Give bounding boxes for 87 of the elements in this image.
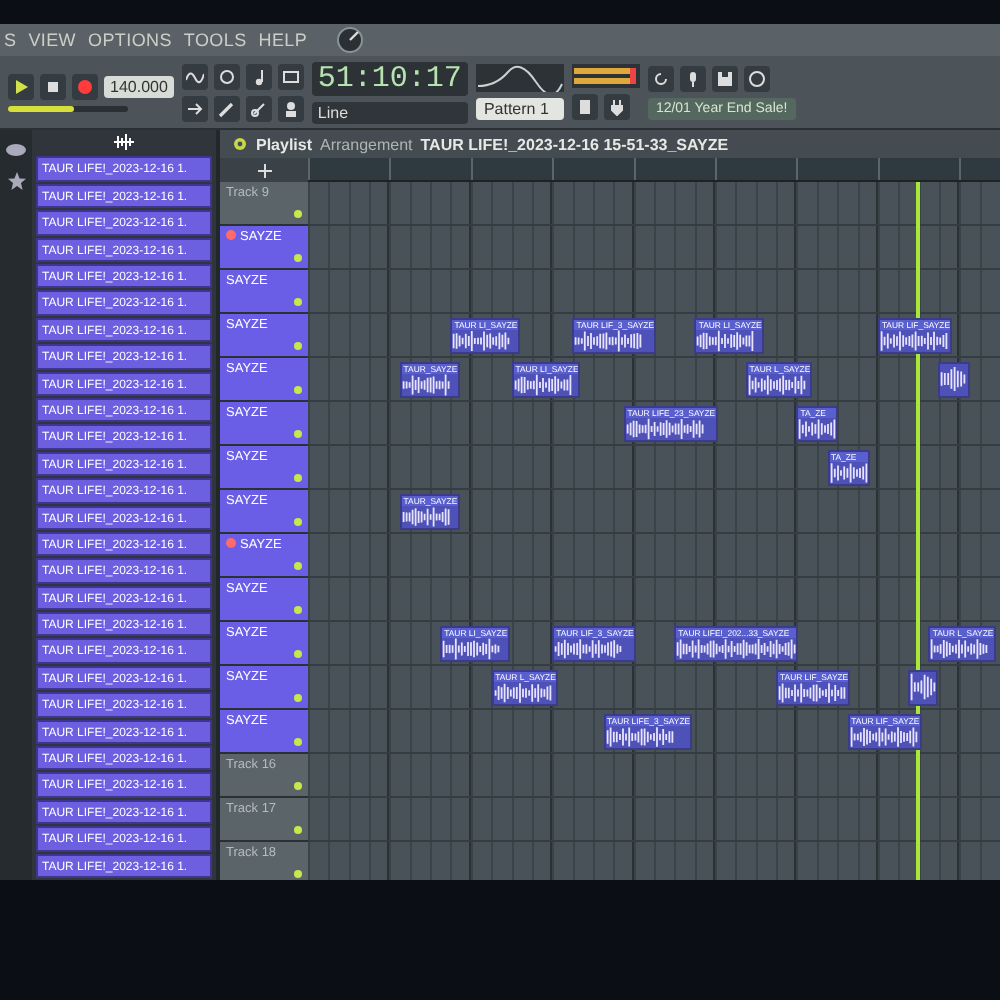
refresh-button[interactable] <box>647 65 674 91</box>
screen-button[interactable] <box>277 63 304 89</box>
waveform-icon <box>605 726 674 748</box>
waveform-icon <box>574 330 643 352</box>
record-dot-icon[interactable] <box>226 538 236 548</box>
refresh-icon <box>651 69 670 87</box>
waveform-icon <box>554 638 623 660</box>
waveform-icon <box>940 364 967 394</box>
track-led[interactable] <box>294 782 302 790</box>
waveform-icon <box>452 330 511 352</box>
plug-icon <box>607 98 626 116</box>
track-led[interactable] <box>294 870 302 878</box>
pencil-button[interactable] <box>213 95 240 121</box>
waveform-icon[interactable] <box>112 134 136 151</box>
arrow-icon <box>185 99 204 117</box>
save-button[interactable] <box>711 65 738 91</box>
note-button[interactable] <box>245 63 272 89</box>
waveform-icon <box>910 672 937 702</box>
wave-button[interactable] <box>181 63 208 89</box>
pattern-selector[interactable]: Pattern 1 <box>475 98 564 120</box>
waveform-icon <box>798 418 837 440</box>
track-led[interactable] <box>294 650 302 658</box>
track-led[interactable] <box>294 298 302 306</box>
waveform-icon <box>829 462 867 484</box>
record-dot-icon[interactable] <box>226 230 236 240</box>
audio-clip[interactable] <box>908 670 939 706</box>
menu-item[interactable]: S <box>4 30 17 50</box>
page-icon <box>575 98 594 116</box>
menu-item[interactable]: HELP <box>258 30 308 50</box>
waveform-icon <box>778 682 847 704</box>
track-led[interactable] <box>294 606 302 614</box>
page-button[interactable] <box>571 94 598 120</box>
plus-icon[interactable] <box>257 163 271 177</box>
knob-icon[interactable] <box>335 26 364 54</box>
track-led[interactable] <box>294 474 302 482</box>
stop-icon <box>44 77 62 95</box>
plug-button[interactable] <box>603 94 630 120</box>
person-icon <box>281 99 300 117</box>
screen-icon <box>281 67 300 85</box>
level-meter-icon <box>571 64 640 88</box>
menu-item[interactable]: TOOLS <box>183 30 247 50</box>
record-icon <box>76 77 94 95</box>
waveform-icon <box>849 726 918 748</box>
track-led[interactable] <box>294 254 302 262</box>
playlist-grid[interactable] <box>308 182 1000 880</box>
master-slider[interactable] <box>8 105 128 111</box>
menu-item[interactable]: OPTIONS <box>88 30 172 50</box>
track-led[interactable] <box>294 342 302 350</box>
scope-wave-icon <box>475 64 564 92</box>
star-icon[interactable] <box>7 172 25 190</box>
waveform-icon <box>879 330 948 352</box>
waveform-icon <box>401 506 450 528</box>
track-led[interactable] <box>294 694 302 702</box>
audio-clip[interactable] <box>938 362 970 398</box>
time-display: 51:10:17 <box>311 61 468 95</box>
waveform-icon <box>696 330 755 352</box>
timeline-ruler[interactable] <box>308 158 1000 182</box>
save-icon <box>715 69 734 87</box>
mic-button[interactable] <box>679 65 706 91</box>
menu-item[interactable]: VIEW <box>28 30 77 50</box>
waveform-icon <box>930 638 989 660</box>
waveform-icon <box>401 374 450 396</box>
play-button[interactable] <box>8 73 34 99</box>
track-led[interactable] <box>294 738 302 746</box>
waveform-icon <box>676 638 797 660</box>
person-button[interactable] <box>277 95 304 121</box>
track-led[interactable] <box>294 562 302 570</box>
track-led[interactable] <box>294 518 302 526</box>
snap-selector[interactable]: Line <box>311 101 468 123</box>
pencil-icon <box>217 99 236 117</box>
playlist-subtitle: Arrangement <box>320 135 413 153</box>
waveform-icon <box>513 374 572 396</box>
waveform-icon <box>625 418 704 440</box>
tempo-display[interactable]: 140.000 <box>104 75 174 97</box>
waveform-icon <box>493 682 552 704</box>
stop-button[interactable] <box>40 73 66 99</box>
arrow-button[interactable] <box>181 95 208 121</box>
track-led[interactable] <box>294 430 302 438</box>
track-led[interactable] <box>294 826 302 834</box>
arrangement-name[interactable]: TAUR LIFE!_2023-12-16 15-51-33_SAYZE <box>420 135 729 153</box>
waveform-icon <box>747 374 806 396</box>
wave-icon <box>185 67 204 85</box>
track-led[interactable] <box>294 386 302 394</box>
track-led[interactable] <box>294 210 302 218</box>
play-icon <box>12 77 30 95</box>
playlist-title: Playlist <box>256 135 313 153</box>
waveform-icon <box>442 638 501 660</box>
